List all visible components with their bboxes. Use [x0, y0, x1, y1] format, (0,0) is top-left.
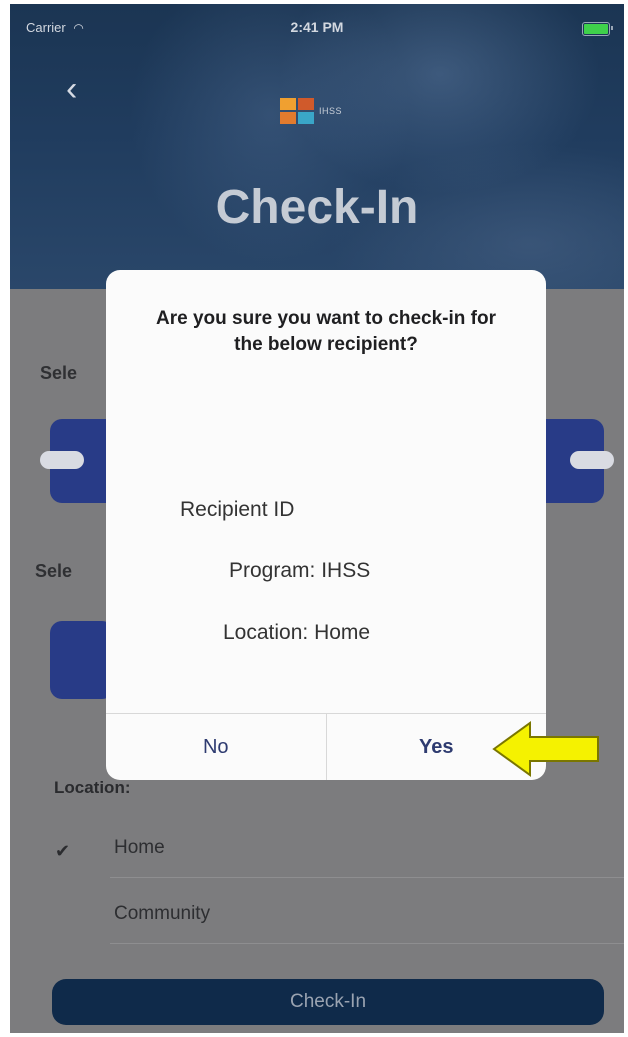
confirmation-dialog: Are you sure you want to check-in for th… [106, 270, 546, 780]
page-title: Check-In [215, 181, 419, 234]
battery-fill [584, 24, 608, 34]
program-text: Program: IHSS [229, 559, 371, 582]
chevron-left-icon[interactable]: ‹ [66, 72, 77, 106]
location-option-home[interactable]: Home [110, 817, 624, 878]
location-option-community[interactable]: Community [110, 883, 624, 944]
dialog-message: Are you sure you want to check-in for th… [156, 308, 496, 355]
location-label: Location: [54, 778, 131, 797]
ihss-logo: IHSS [280, 98, 342, 124]
header-banner: Carrier ◠ 2:41 PM ‹ IHSS Check-In [10, 4, 624, 289]
logo-mark-icon [280, 98, 314, 124]
arrow-left-icon [492, 721, 599, 777]
logo-text: IHSS [319, 106, 343, 116]
checkmark-icon: ✔ [55, 841, 71, 861]
location-option-label: Home [114, 837, 165, 858]
check-in-button[interactable]: Check-In [52, 979, 604, 1025]
battery-icon [582, 22, 613, 36]
recipient-id-text: Recipient ID [180, 498, 295, 521]
select-recipient-label: Sele [40, 363, 78, 383]
dialog-actions: No Yes [106, 713, 546, 780]
battery-tip [611, 26, 613, 30]
status-bar: Carrier ◠ 2:41 PM [10, 4, 624, 44]
phone-screen: Carrier ◠ 2:41 PM ‹ IHSS Check-In Sele S… [10, 4, 624, 1033]
select-program-label: Sele [35, 561, 73, 581]
status-time: 2:41 PM [290, 19, 344, 35]
location-option-label: Community [114, 903, 211, 924]
location-text: Location: Home [223, 621, 371, 644]
no-button[interactable]: No [106, 714, 327, 780]
program-select-button[interactable] [50, 621, 114, 699]
